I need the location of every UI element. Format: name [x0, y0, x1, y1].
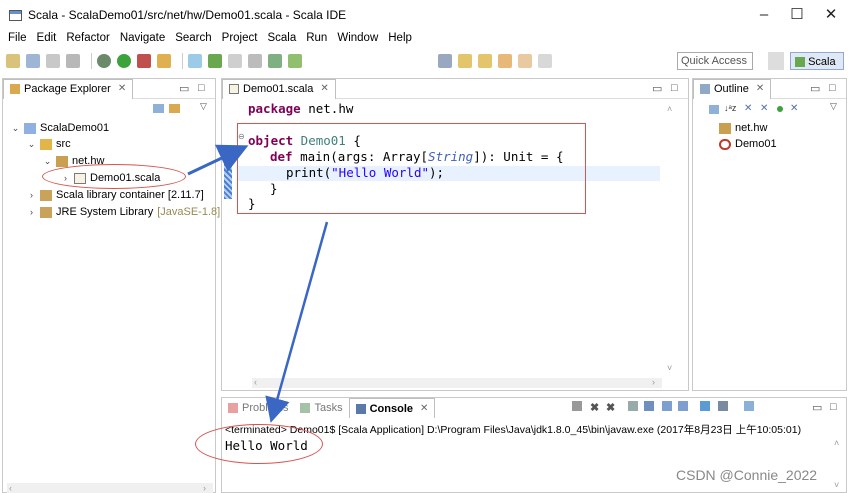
- watermark-text: CSDN @Connie_2022: [676, 467, 818, 483]
- arrow-code-to-output: [265, 221, 329, 423]
- annotation-arrows: [187, 144, 329, 423]
- arrow-file-to-code: [187, 144, 249, 176]
